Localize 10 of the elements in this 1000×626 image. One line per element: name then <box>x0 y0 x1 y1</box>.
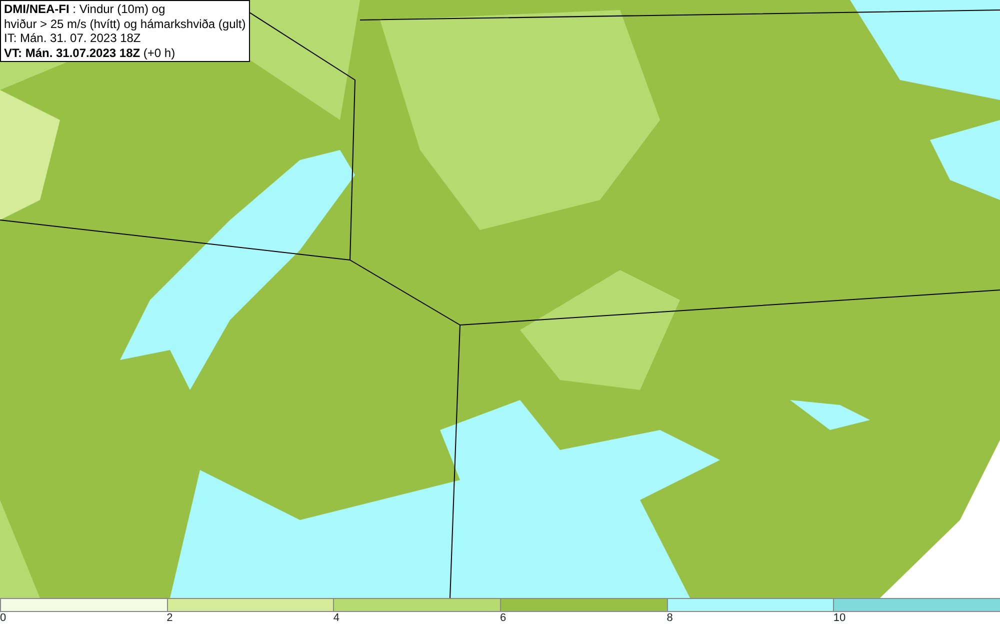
legend-tick-label: 4 <box>333 612 340 624</box>
title-line: VT: Mán. 31.07.2023 18Z (+0 h) <box>4 46 176 60</box>
legend-tick-label: 0 <box>0 612 6 624</box>
title-line: IT: Mán. 31. 07. 2023 18Z <box>4 31 142 46</box>
title-line: DMI/NEA-FI : Vindur (10m) og <box>4 2 166 16</box>
legend-tick-label: 10 <box>833 612 846 624</box>
title-line: hviður > 25 m/s (hvítt) og hámarkshviða (gult) <box>4 16 246 31</box>
legend-tick-label: 8 <box>666 612 673 624</box>
legend-tick-label: 2 <box>166 612 173 624</box>
legend-tick-label: 6 <box>500 612 506 624</box>
